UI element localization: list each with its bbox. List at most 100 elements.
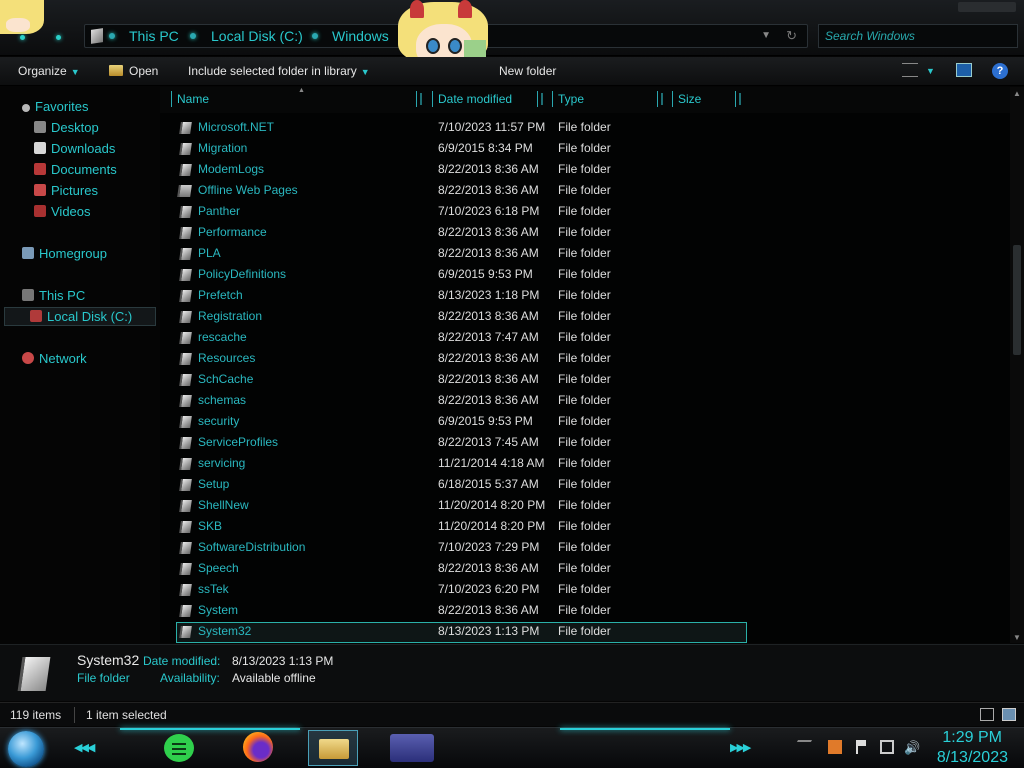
file-date-modified: 6/18/2015 5:37 AM [438,477,539,491]
file-row[interactable]: Performance 8/22/2013 8:36 AM File folder [160,222,1010,243]
file-row[interactable]: ssTek 7/10/2023 6:20 PM File folder [160,579,1010,600]
file-row[interactable]: PLA 8/22/2013 8:36 AM File folder [160,243,1010,264]
file-name: Migration [198,141,248,155]
file-row[interactable]: Resources 8/22/2013 8:36 AM File folder [160,348,1010,369]
show-desktop-icon[interactable] [789,740,813,754]
folder-icon [179,584,192,596]
clock-date[interactable]: 8/13/2023 [937,749,1008,767]
start-button[interactable] [8,731,44,767]
app-tray-icon[interactable] [828,740,842,754]
vertical-scrollbar[interactable]: ▲ ▼ [1010,87,1024,643]
column-header-date-modified[interactable]: Date modified [432,91,543,107]
search-box[interactable] [818,24,1018,48]
scroll-down-icon[interactable]: ▼ [1013,633,1021,642]
app-window-taskbar-button[interactable] [390,734,434,762]
nav-item-desktop[interactable]: Desktop [34,120,99,135]
column-header-size[interactable]: Size [672,91,741,107]
details-view-icon[interactable] [980,708,994,721]
file-date-modified: 8/22/2013 8:36 AM [438,372,539,386]
file-row[interactable]: ShellNew 11/20/2014 8:20 PM File folder [160,495,1010,516]
details-pane: System32 File folder Date modified: 8/13… [0,644,1024,701]
scrollbar-thumb[interactable] [1013,245,1021,355]
folder-icon [179,563,192,575]
folder-icon [179,605,192,617]
help-icon[interactable]: ? [992,63,1008,79]
column-header-type[interactable]: Type [552,91,663,107]
nav-item-pictures[interactable]: Pictures [34,183,98,198]
network-icon [22,352,34,364]
chevron-down-icon[interactable]: ▼ [761,30,771,41]
breadcrumb-windows[interactable]: Windows [332,28,389,44]
new-folder-button[interactable]: New folder [499,64,556,78]
flag-icon[interactable] [856,740,866,754]
change-view-icon[interactable] [902,63,918,77]
column-header-name[interactable]: Name [171,91,422,107]
star-icon [22,104,30,112]
notes-app-icon[interactable] [164,734,194,762]
breadcrumb-local-disk[interactable]: Local Disk (C:) [211,28,303,44]
file-row[interactable]: Migration 6/9/2015 8:34 PM File folder [160,138,1010,159]
file-row[interactable]: Prefetch 8/13/2023 1:18 PM File folder [160,285,1010,306]
file-date-modified: 8/22/2013 7:47 AM [438,330,539,344]
file-row[interactable]: SchCache 8/22/2013 8:36 AM File folder [160,369,1010,390]
videos-icon [34,205,46,217]
drive-icon [30,310,42,322]
preview-pane-icon[interactable] [956,63,972,77]
nav-item-videos[interactable]: Videos [34,204,91,219]
file-row[interactable]: System32 8/13/2023 1:13 PM File folder [160,621,1010,643]
folder-icon [179,353,192,365]
file-row[interactable]: SoftwareDistribution 7/10/2023 7:29 PM Fil… [160,537,1010,558]
organize-button[interactable]: Organize ▼ [18,64,80,78]
file-row[interactable]: System 8/22/2013 8:36 AM File folder [160,600,1010,621]
window-controls[interactable] [958,2,1016,12]
file-row[interactable]: ServiceProfiles 8/22/2013 7:45 AM File fol… [160,432,1010,453]
folder-open-icon [109,65,123,76]
file-row[interactable]: security 6/9/2015 9:53 PM File folder [160,411,1010,432]
file-name: ShellNew [198,498,249,512]
nav-item-downloads[interactable]: Downloads [34,141,115,156]
network-status-icon[interactable] [880,740,894,754]
nav-item-documents[interactable]: Documents [34,162,117,177]
file-row[interactable]: Registration 8/22/2013 8:36 AM File folder [160,306,1010,327]
open-button[interactable]: Open [109,64,158,78]
file-row[interactable]: Panther 7/10/2023 6:18 PM File folder [160,201,1010,222]
search-input[interactable] [825,28,1013,44]
folder-icon [179,458,192,470]
file-row[interactable]: servicing 11/21/2014 4:18 AM File folder [160,453,1010,474]
file-row[interactable]: SKB 11/20/2014 8:20 PM File folder [160,516,1010,537]
nav-network[interactable]: Network [22,351,87,366]
file-date-modified: 7/10/2023 6:20 PM [438,582,540,596]
file-name: ModemLogs [198,162,265,176]
file-type: File folder [558,393,611,407]
nav-this-pc[interactable]: This PC [22,288,85,303]
nav-item-local-disk[interactable]: Local Disk (C:) [30,309,132,324]
include-in-library-button[interactable]: Include selected folder in library ▼ [188,64,370,78]
nav-homegroup[interactable]: Homegroup [22,246,107,261]
file-row[interactable]: Setup 6/18/2015 5:37 AM File folder [160,474,1010,495]
refresh-icon[interactable]: ↻ [786,28,797,44]
file-date-modified: 7/10/2023 6:18 PM [438,204,540,218]
file-type: File folder [558,141,611,155]
back-forward-buttons[interactable] [16,26,66,48]
firefox-icon[interactable] [243,732,273,762]
file-row[interactable]: Offline Web Pages 8/22/2013 8:36 AM File f… [160,180,1010,201]
breadcrumb-this-pc[interactable]: This PC [129,28,179,44]
file-row[interactable]: rescache 8/22/2013 7:47 AM File folder [160,327,1010,348]
volume-icon[interactable]: 🔊 [904,740,920,755]
file-row[interactable]: ModemLogs 8/22/2013 8:36 AM File folder [160,159,1010,180]
clock-time[interactable]: 1:29 PM [942,729,1002,747]
scroll-up-icon[interactable]: ▲ [1013,89,1021,98]
file-date-modified: 6/9/2015 8:34 PM [438,141,533,155]
file-row[interactable]: PolicyDefinitions 6/9/2015 9:53 PM File fo… [160,264,1010,285]
file-row[interactable]: Speech 8/22/2013 8:36 AM File folder [160,558,1010,579]
file-name: Microsoft.NET [198,120,275,134]
file-row[interactable]: schemas 8/22/2013 8:36 AM File folder [160,390,1010,411]
file-row[interactable]: Microsoft.NET 7/10/2023 11:57 PM File fold… [160,117,1010,138]
file-date-modified: 8/22/2013 8:36 AM [438,183,539,197]
downloads-icon [34,142,46,154]
nav-favorites[interactable]: Favorites [22,99,88,114]
file-explorer-taskbar-button[interactable] [308,730,358,766]
large-icons-view-icon[interactable] [1002,708,1016,721]
file-name: System32 [198,624,252,638]
chevron-down-icon[interactable]: ▼ [926,66,935,76]
